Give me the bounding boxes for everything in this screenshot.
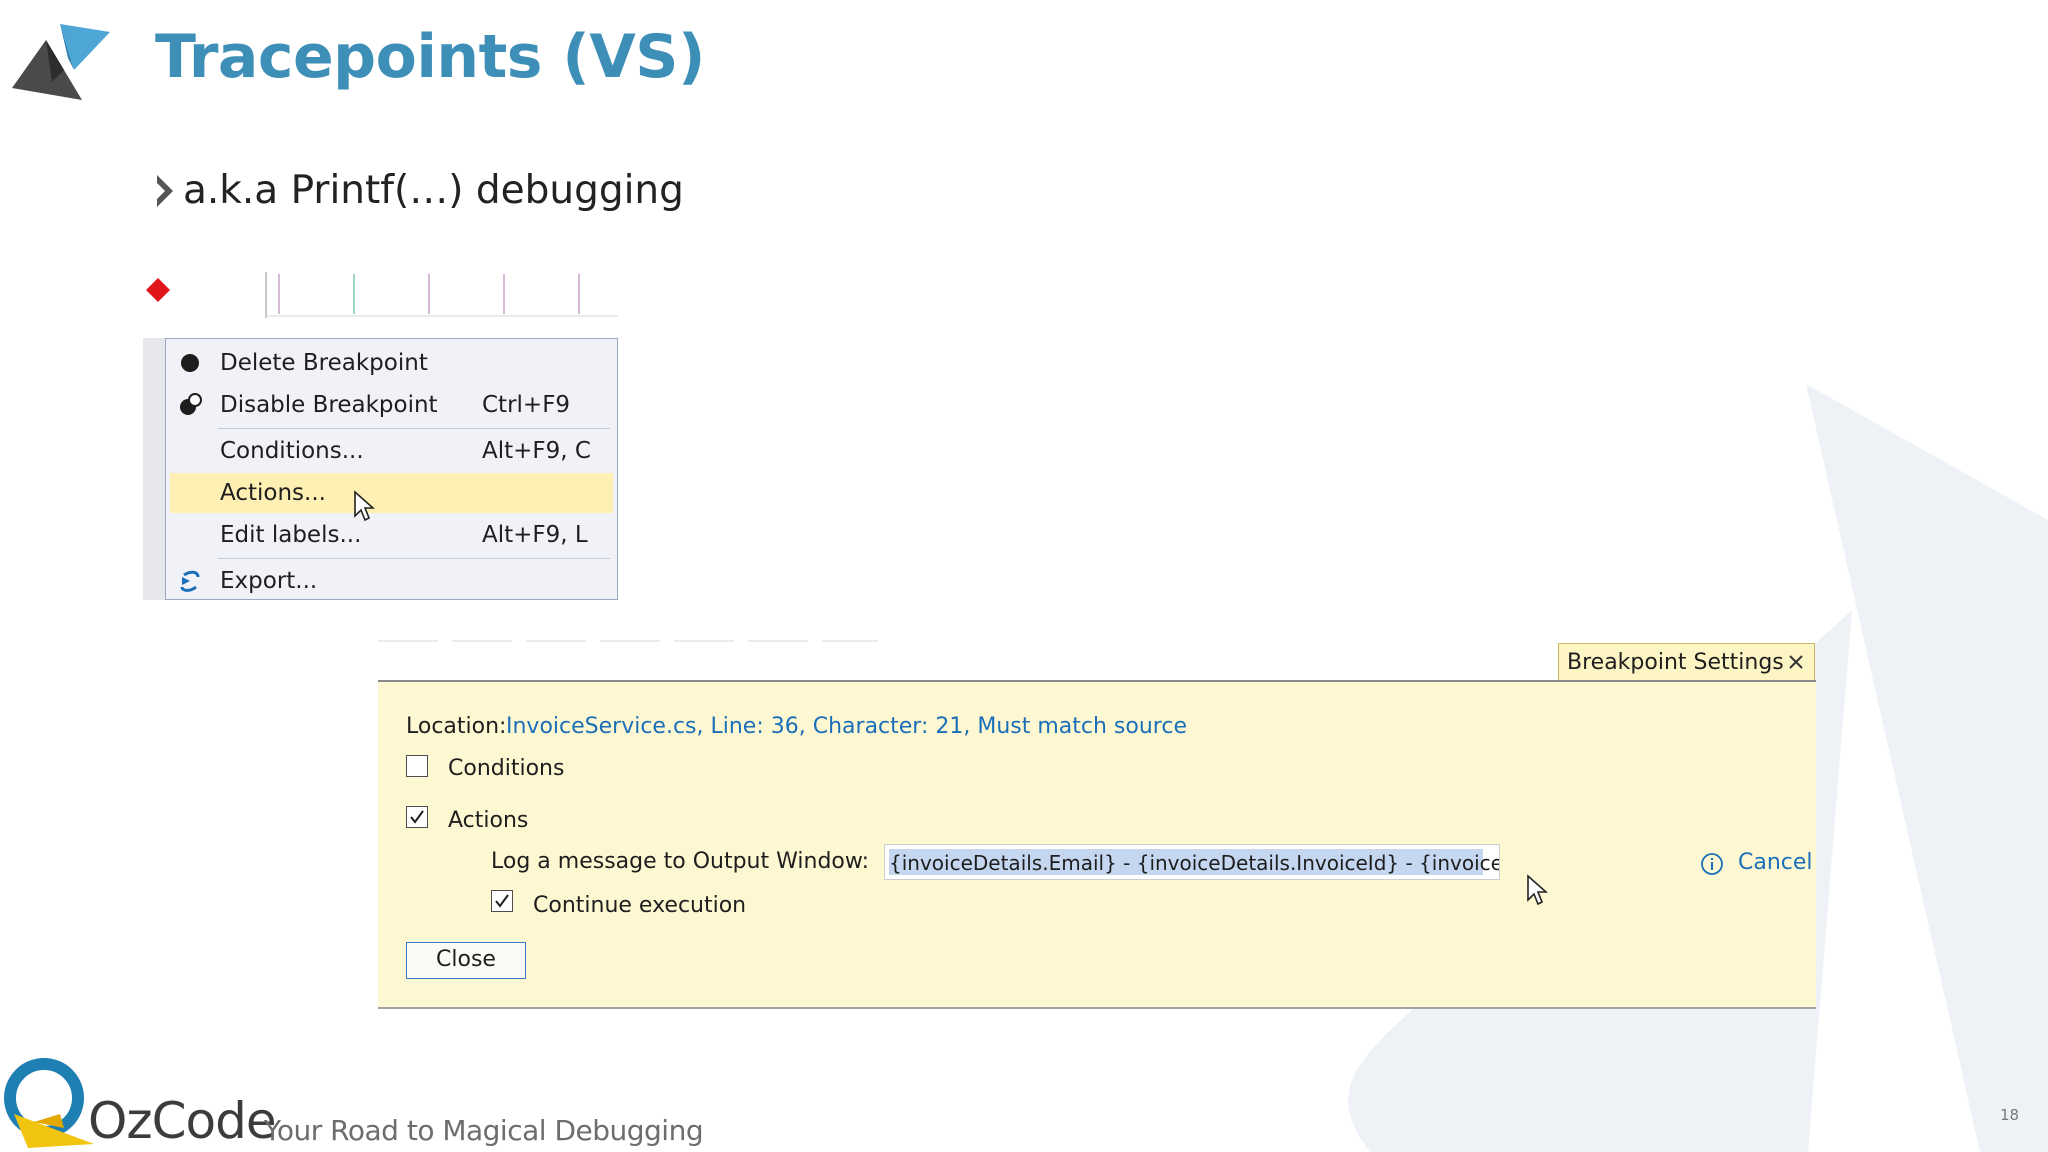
ozcode-logo-icon xyxy=(4,1058,94,1148)
log-message-value: {invoiceDetails.Email} - {invoiceDetails… xyxy=(889,851,1499,875)
editor-line xyxy=(378,640,878,642)
menu-item-disable-breakpoint[interactable]: Disable Breakpoint Ctrl+F9 xyxy=(170,385,613,425)
disable-breakpoint-icon xyxy=(180,393,202,415)
menu-item-export[interactable]: Export... xyxy=(170,561,613,601)
menu-separator xyxy=(218,428,610,429)
bullet-point: a.k.a Printf(…) debugging xyxy=(153,168,684,213)
info-icon[interactable] xyxy=(1700,852,1724,876)
breakpoint-settings-title: Breakpoint Settings xyxy=(1567,650,1784,675)
conditions-label: Conditions xyxy=(448,756,565,781)
brand-tagline: Your Road to Magical Debugging xyxy=(264,1114,704,1147)
mouse-cursor-icon xyxy=(354,490,375,522)
logo-icon xyxy=(12,24,110,100)
log-message-label: Log a message to Output Window: xyxy=(491,849,870,874)
location-label: Location: xyxy=(406,714,507,739)
checkmark-icon xyxy=(495,894,509,908)
page-number: 18 xyxy=(2000,1106,2020,1124)
close-button[interactable]: Close xyxy=(406,942,526,979)
checkmark-icon xyxy=(410,810,424,824)
mouse-cursor-icon xyxy=(1527,874,1548,906)
location-link[interactable]: InvoiceService.cs, Line: 36, Character: … xyxy=(506,714,1187,739)
menu-item-conditions[interactable]: Conditions... Alt+F9, C xyxy=(170,431,613,471)
filled-circle-icon xyxy=(181,354,199,372)
breakpoint-context-menu-area: Delete Breakpoint Disable Breakpoint Ctr… xyxy=(143,272,618,600)
breakpoint-settings-panel: Location: InvoiceService.cs, Line: 36, C… xyxy=(378,680,1816,1009)
continue-execution-label: Continue execution xyxy=(533,893,747,918)
breakpoint-settings-tab[interactable]: Breakpoint Settings xyxy=(1558,643,1815,681)
actions-checkbox[interactable] xyxy=(406,806,428,828)
menu-item-actions[interactable]: Actions... xyxy=(170,473,613,513)
conditions-checkbox[interactable] xyxy=(406,755,428,777)
breakpoint-marker-icon[interactable] xyxy=(145,276,173,304)
log-message-input[interactable]: {invoiceDetails.Email} - {invoiceDetails… xyxy=(884,844,1500,880)
chevron-right-icon xyxy=(157,174,173,207)
actions-label: Actions xyxy=(448,808,529,833)
menu-separator xyxy=(218,558,610,559)
brand-name: OzCode xyxy=(88,1092,277,1150)
export-arrow-icon xyxy=(180,570,200,592)
menu-item-edit-labels[interactable]: Edit labels... Alt+F9, L xyxy=(170,515,613,555)
bullet-text: a.k.a Printf(…) debugging xyxy=(183,168,684,213)
code-editor-strip xyxy=(265,272,618,318)
slide-title: Tracepoints (VS) xyxy=(155,22,705,92)
menu-gutter xyxy=(143,338,165,600)
context-menu: Delete Breakpoint Disable Breakpoint Ctr… xyxy=(165,338,618,600)
cancel-link[interactable]: Cancel xyxy=(1738,850,1813,875)
continue-execution-checkbox[interactable] xyxy=(491,890,513,912)
close-icon[interactable] xyxy=(1786,652,1806,672)
menu-item-delete-breakpoint[interactable]: Delete Breakpoint xyxy=(170,343,613,383)
